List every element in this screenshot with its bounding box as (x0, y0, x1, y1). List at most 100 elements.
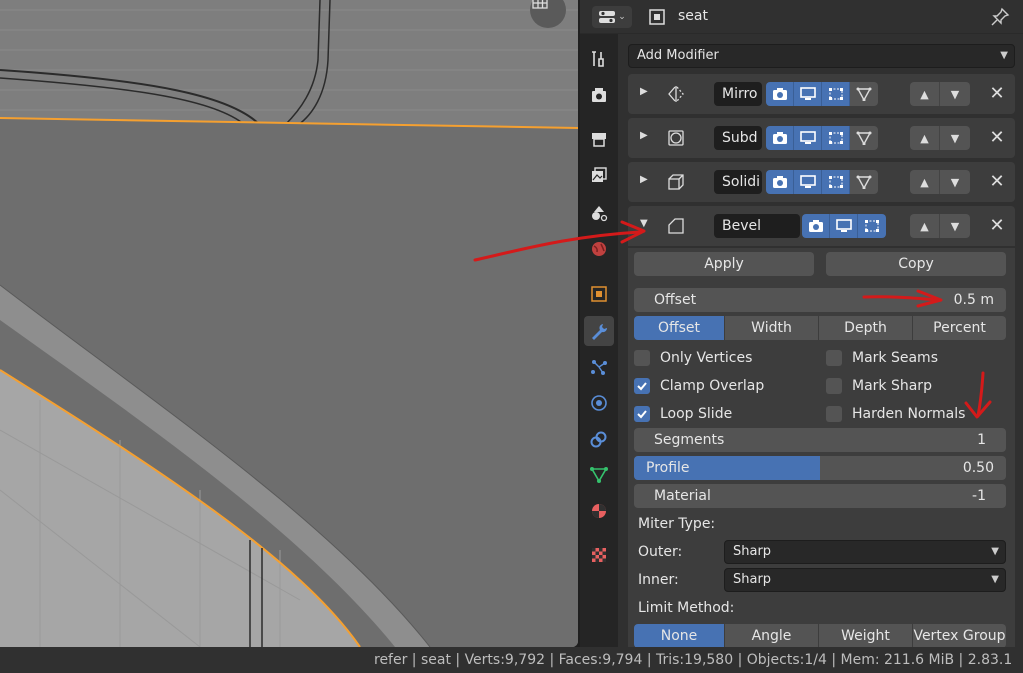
limit-method-angle[interactable]: Angle (725, 624, 819, 647)
viewport-display-icon[interactable] (794, 82, 822, 106)
limit-method-weight[interactable]: Weight (819, 624, 913, 647)
editor-type-button[interactable]: ⌄ (592, 6, 632, 28)
move-up-icon[interactable]: ▲ (910, 170, 940, 194)
inner-label: Inner: (638, 572, 679, 588)
mark-seams-checkbox[interactable]: Mark Seams (826, 348, 938, 368)
limit-method-none[interactable]: None (634, 624, 725, 647)
chevron-down-icon: ▼ (991, 574, 999, 585)
loop-slide-checkbox[interactable]: Loop Slide (634, 404, 732, 424)
checkbox-label: Mark Sharp (852, 378, 932, 394)
tab-modifiers[interactable] (584, 316, 614, 346)
modifier-name-field[interactable]: Mirro (714, 82, 762, 106)
offset-field[interactable]: Offset 0.5 m (634, 288, 1006, 312)
on-cage-icon[interactable] (850, 126, 878, 150)
move-up-icon[interactable]: ▲ (910, 126, 940, 150)
camera-render-icon[interactable] (766, 170, 794, 194)
3d-viewport[interactable] (0, 0, 578, 647)
solidify-icon (668, 174, 684, 190)
camera-render-icon[interactable] (766, 126, 794, 150)
harden-normals-checkbox[interactable]: Harden Normals (826, 404, 965, 424)
checkmark-icon (634, 378, 650, 394)
modifier-name-field[interactable]: Subd (714, 126, 762, 150)
checkbox-label: Clamp Overlap (660, 378, 765, 394)
tab-render[interactable] (584, 80, 614, 110)
tab-output[interactable] (584, 124, 614, 154)
move-down-icon[interactable]: ▼ (940, 214, 970, 238)
segments-value: 1 (977, 432, 986, 448)
tab-scene[interactable] (584, 198, 614, 228)
width-type-depth[interactable]: Depth (819, 316, 913, 340)
tab-object-data[interactable] (584, 460, 614, 490)
checkbox-label: Harden Normals (852, 406, 966, 422)
remove-modifier-icon[interactable]: ✕ (987, 82, 1007, 106)
copy-button[interactable]: Copy (826, 252, 1006, 276)
move-buttons: ▲ ▼ (910, 214, 970, 238)
on-cage-icon[interactable] (850, 82, 878, 106)
edit-mode-icon[interactable] (822, 170, 850, 194)
modifier-panel: Add Modifier ▼ ▶ Mirro ▲ ▼ ✕ ▶ Subd ▲ ▼ … (618, 34, 1023, 647)
viewport-display-icon[interactable] (794, 126, 822, 150)
tab-world[interactable] (584, 234, 614, 264)
material-field[interactable]: Material -1 (634, 484, 1006, 508)
modifier-name-field[interactable]: Solidi (714, 170, 762, 194)
tab-texture[interactable] (584, 540, 614, 570)
on-cage-icon[interactable] (850, 170, 878, 194)
material-label: Material (654, 488, 711, 504)
edit-mode-icon[interactable] (822, 126, 850, 150)
tab-physics[interactable] (584, 388, 614, 418)
width-type-width[interactable]: Width (725, 316, 819, 340)
limit-method-label: Limit Method: (638, 600, 735, 616)
move-down-icon[interactable]: ▼ (940, 170, 970, 194)
add-modifier-dropdown[interactable]: Add Modifier ▼ (628, 44, 1015, 68)
only-vertices-checkbox[interactable]: Only Vertices (634, 348, 752, 368)
segments-field[interactable]: Segments 1 (634, 428, 1006, 452)
viewport-scene (0, 0, 578, 647)
expand-triangle-icon[interactable]: ▶ (640, 86, 648, 97)
width-type-percent[interactable]: Percent (913, 316, 1006, 340)
modifier-solidify: ▶ Solidi ▲ ▼ ✕ (628, 162, 1015, 202)
pin-icon[interactable] (990, 7, 1010, 27)
expand-triangle-icon[interactable]: ▶ (640, 130, 648, 141)
width-type-offset[interactable]: Offset (634, 316, 725, 340)
clamp-overlap-checkbox[interactable]: Clamp Overlap (634, 376, 764, 396)
modifier-mirror: ▶ Mirro ▲ ▼ ✕ (628, 74, 1015, 114)
remove-modifier-icon[interactable]: ✕ (987, 126, 1007, 150)
mark-sharp-checkbox[interactable]: Mark Sharp (826, 376, 932, 396)
edit-mode-icon[interactable] (822, 82, 850, 106)
tab-material[interactable] (584, 496, 614, 526)
tab-particles[interactable] (584, 352, 614, 382)
remove-modifier-icon[interactable]: ✕ (987, 170, 1007, 194)
viewport-display-icon[interactable] (830, 214, 858, 238)
physics-icon (591, 395, 607, 411)
move-down-icon[interactable]: ▼ (940, 126, 970, 150)
collapse-triangle-icon[interactable]: ▼ (640, 218, 648, 229)
texture-icon (592, 548, 606, 562)
camera-render-icon[interactable] (766, 82, 794, 106)
viewport-display-icon[interactable] (794, 170, 822, 194)
checkbox-label: Loop Slide (660, 406, 733, 422)
tab-view-layer[interactable] (584, 160, 614, 190)
edit-mode-icon[interactable] (858, 214, 886, 238)
profile-slider[interactable]: Profile 0.50 (634, 456, 1006, 480)
modifier-name-field[interactable]: Bevel (714, 214, 800, 238)
properties-header: ⌄ seat (580, 0, 1023, 34)
move-up-icon[interactable]: ▲ (910, 82, 940, 106)
outer-miter-dropdown[interactable]: Sharp ▼ (724, 540, 1006, 564)
move-up-icon[interactable]: ▲ (910, 214, 940, 238)
remove-modifier-icon[interactable]: ✕ (987, 214, 1007, 238)
tab-tool[interactable] (584, 44, 614, 74)
checkmark-icon (634, 406, 650, 422)
modifier-bevel: ▼ Bevel ▲ ▼ ✕ (628, 206, 1015, 246)
status-bar-text: refer | seat | Verts:9,792 | Faces:9,794… (374, 652, 1013, 668)
inner-miter-dropdown[interactable]: Sharp ▼ (724, 568, 1006, 592)
profile-value: 0.50 (962, 460, 994, 476)
camera-render-icon[interactable] (802, 214, 830, 238)
apply-button[interactable]: Apply (634, 252, 814, 276)
tab-object[interactable] (584, 279, 614, 309)
checkbox-label: Only Vertices (660, 350, 753, 366)
inner-miter-value: Sharp (733, 572, 772, 587)
tab-constraints[interactable] (584, 424, 614, 454)
expand-triangle-icon[interactable]: ▶ (640, 174, 648, 185)
move-down-icon[interactable]: ▼ (940, 82, 970, 106)
limit-method-vertex-group[interactable]: Vertex Group (913, 624, 1006, 647)
